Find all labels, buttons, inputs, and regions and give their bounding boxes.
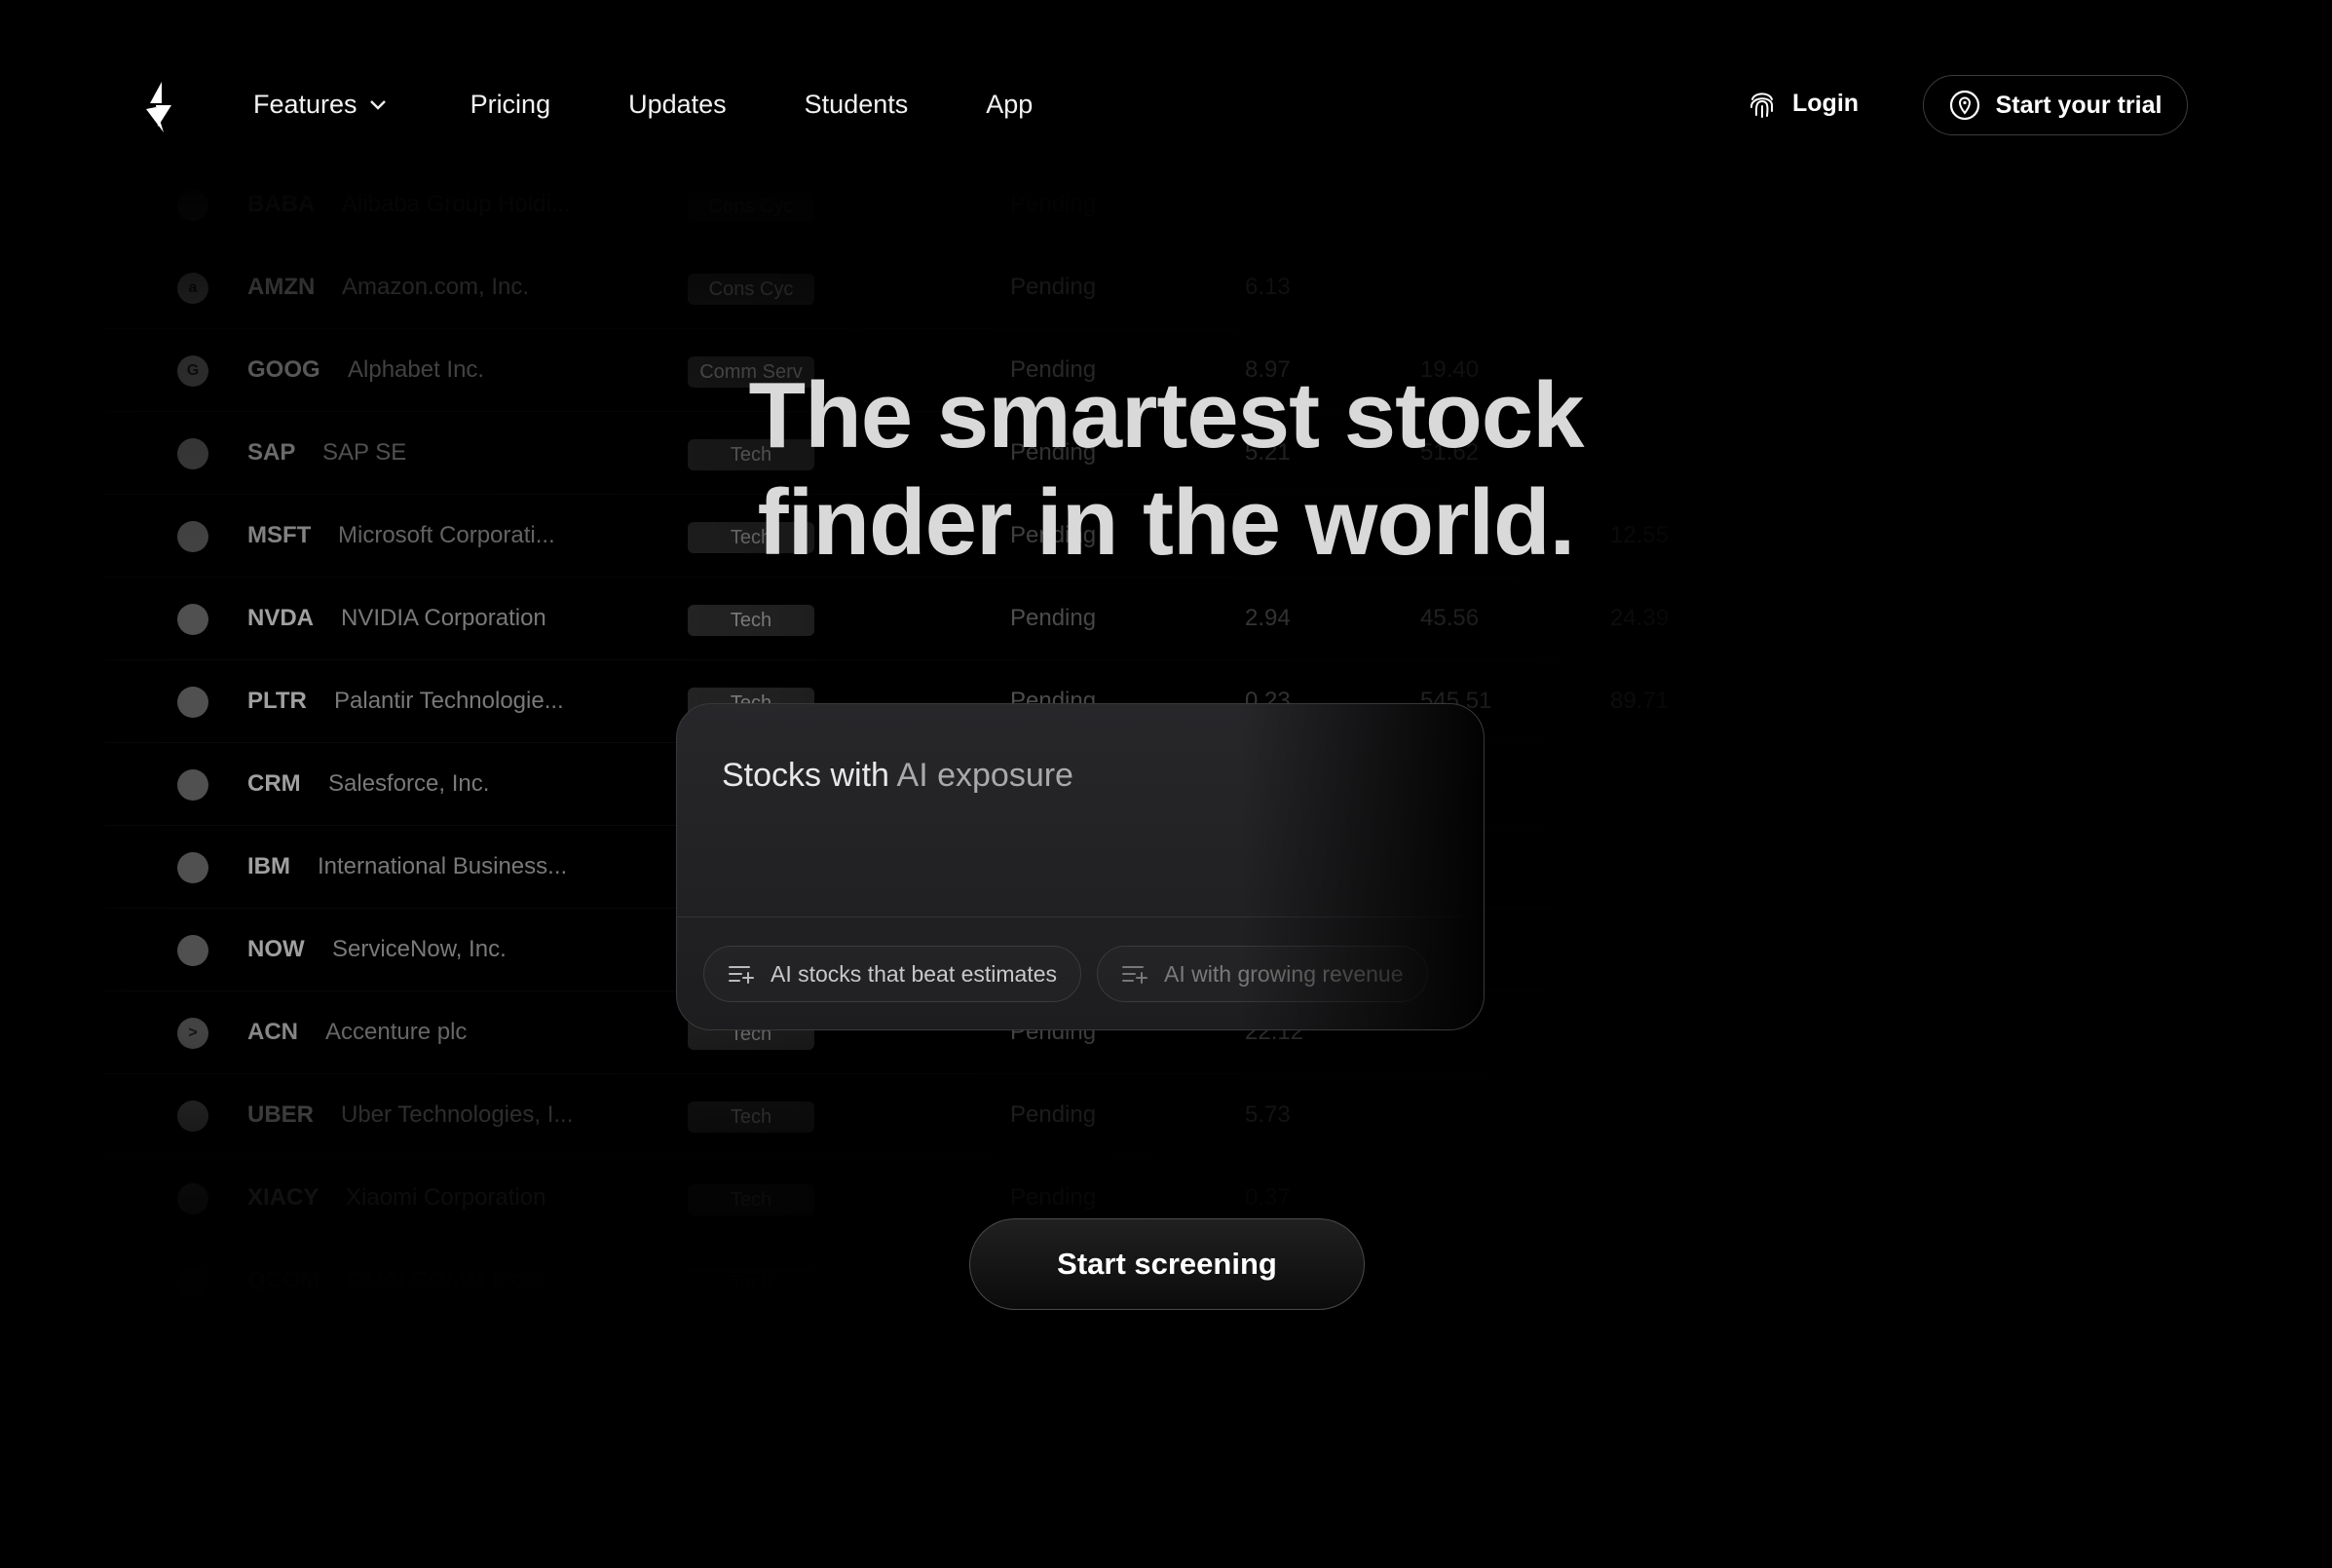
company-logo <box>177 687 208 718</box>
metric-value: 2.94 <box>1245 605 1291 631</box>
ticker: UBER <box>247 1101 315 1128</box>
suggestion-chip-label: AI with growing revenue <box>1164 960 1404 987</box>
company-name: NVIDIA Corporation <box>341 605 546 631</box>
company-name: Uber Technologies, I... <box>341 1101 574 1128</box>
company-name: ServiceNow, Inc. <box>332 936 507 962</box>
hero-title: The smartest stock finder in the world. <box>0 362 2332 577</box>
ticker: CRM <box>247 770 301 797</box>
company-logo: a <box>177 273 208 304</box>
company-name: QUALCOMM Incor... <box>348 1267 563 1293</box>
page: BABA Alibaba Group Holdi... Cons Cyc Pendin… <box>0 0 2332 1568</box>
suggestion-chip[interactable]: AI with growing revenue <box>1097 946 1428 1002</box>
login-label: Login <box>1792 89 1860 117</box>
sector-badge: Tech <box>688 1267 814 1298</box>
ai-search-card: Stocks with AI exposure AI stocks that b… <box>676 703 1485 1030</box>
sector-badge: Tech <box>688 1101 814 1133</box>
suggestion-chips: AI stocks that beat estimates AI with gr… <box>703 946 1444 1002</box>
nav-pricing[interactable]: Pricing <box>470 90 551 120</box>
ticker: NOW <box>247 936 305 962</box>
status-text: Pending <box>1010 274 1097 300</box>
metric-value: 89.71 <box>1610 688 1670 714</box>
company-name: Salesforce, Inc. <box>328 770 490 797</box>
nav-links: Features Pricing Updates Students App <box>253 90 1110 120</box>
status-text: Pending <box>1010 1101 1097 1128</box>
nav-students[interactable]: Students <box>805 90 909 120</box>
ticker: PLTR <box>247 688 307 714</box>
login-button[interactable]: Login <box>1748 88 1859 119</box>
ticker: AMZN <box>247 274 316 300</box>
hero-title-line-2: finder in the world. <box>757 470 1576 575</box>
sector-badge: Tech <box>688 605 814 636</box>
company-logo <box>177 1101 208 1132</box>
suggestion-chip-label: AI stocks that beat estimates <box>771 960 1058 987</box>
table-row: UBER Uber Technologies, I... Tech Pending 5.… <box>105 1074 1839 1157</box>
ticker: XIACY <box>247 1184 320 1211</box>
search-query-prefix: Stocks with <box>722 757 889 794</box>
fingerprint-icon <box>1750 93 1773 118</box>
brand-logo-icon[interactable] <box>142 80 177 134</box>
sector-badge: Tech <box>688 1184 814 1215</box>
sector-badge: Cons Cyc <box>688 274 814 305</box>
suggestion-chip[interactable]: AI stocks that beat estimates <box>703 946 1082 1002</box>
company-logo: > <box>177 1018 208 1049</box>
ticker: ACN <box>247 1019 298 1045</box>
list-add-icon <box>729 966 754 984</box>
table-row: a AMZN Amazon.com, Inc. Cons Cyc Pending 6.13 <box>105 246 1839 329</box>
company-name: Amazon.com, Inc. <box>342 274 530 300</box>
table-row: XIACY Xiaomi Corporation Tech Pending 0.37 <box>105 1157 1839 1240</box>
metric-value: 5.73 <box>1245 1101 1291 1128</box>
nav-features-label: Features <box>253 90 357 119</box>
search-query-input[interactable]: Stocks with AI exposure <box>722 757 1073 795</box>
metric-value: 45.56 <box>1420 605 1480 631</box>
metric-value: 6.13 <box>1245 274 1291 300</box>
card-divider <box>677 916 1484 917</box>
company-name: International Business... <box>318 853 568 879</box>
status-text: Pending <box>1010 605 1097 631</box>
start-screening-button[interactable]: Start screening <box>969 1218 1365 1310</box>
company-logo <box>177 1266 208 1297</box>
nav-updates[interactable]: Updates <box>628 90 727 120</box>
metric-value: 24.39 <box>1610 605 1670 631</box>
company-logo <box>177 852 208 883</box>
location-pin-icon <box>1949 90 1979 121</box>
company-logo <box>177 604 208 635</box>
ticker: IBM <box>247 853 290 879</box>
company-name: Palantir Technologie... <box>334 688 564 714</box>
table-row: NVDA NVIDIA Corporation Tech Pending 2.94 45.… <box>105 578 1839 660</box>
company-logo <box>177 935 208 966</box>
chevron-down-icon <box>369 99 386 110</box>
nav-app[interactable]: App <box>986 90 1033 120</box>
top-navigation: Features Pricing Updates Students App Lo… <box>0 0 2332 214</box>
company-logo <box>177 1183 208 1214</box>
search-query-highlight: AI exposure <box>896 757 1073 794</box>
list-add-icon <box>1122 966 1148 984</box>
hero-title-line-1: The smartest stock <box>748 363 1584 467</box>
company-name: Accenture plc <box>325 1019 468 1045</box>
ticker: NVDA <box>247 605 315 631</box>
company-logo <box>177 769 208 801</box>
company-name: Xiaomi Corporation <box>346 1184 546 1211</box>
ticker: QCOM <box>247 1267 320 1293</box>
nav-features[interactable]: Features <box>253 90 387 120</box>
start-trial-label: Start your trial <box>1995 91 2163 119</box>
start-trial-button[interactable]: Start your trial <box>1923 75 2188 135</box>
